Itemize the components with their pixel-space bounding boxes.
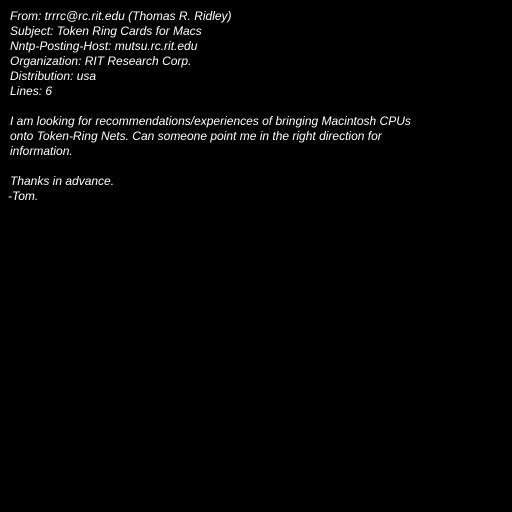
header-nntp-host: Nntp-Posting-Host: mutsu.rc.rit.edu <box>10 39 198 53</box>
email-document: From: trrrc@rc.rit.edu (Thomas R. Ridley… <box>8 9 421 204</box>
body-line: information. <box>10 144 73 158</box>
signoff-thanks: Thanks in advance. <box>10 174 115 188</box>
body-line: onto Token-Ring Nets. Can someone point … <box>10 129 382 143</box>
header-distribution: Distribution: usa <box>10 69 97 83</box>
header-from: From: trrrc@rc.rit.edu (Thomas R. Ridley… <box>10 9 232 23</box>
header-organization: Organization: RIT Research Corp. <box>10 54 190 68</box>
signoff-name: -Tom. <box>8 189 37 203</box>
header-lines: Lines: 6 <box>10 84 53 98</box>
header-subject: Subject: Token Ring Cards for Macs <box>10 24 202 38</box>
body-line: I am looking for recommendations/experie… <box>10 114 411 128</box>
